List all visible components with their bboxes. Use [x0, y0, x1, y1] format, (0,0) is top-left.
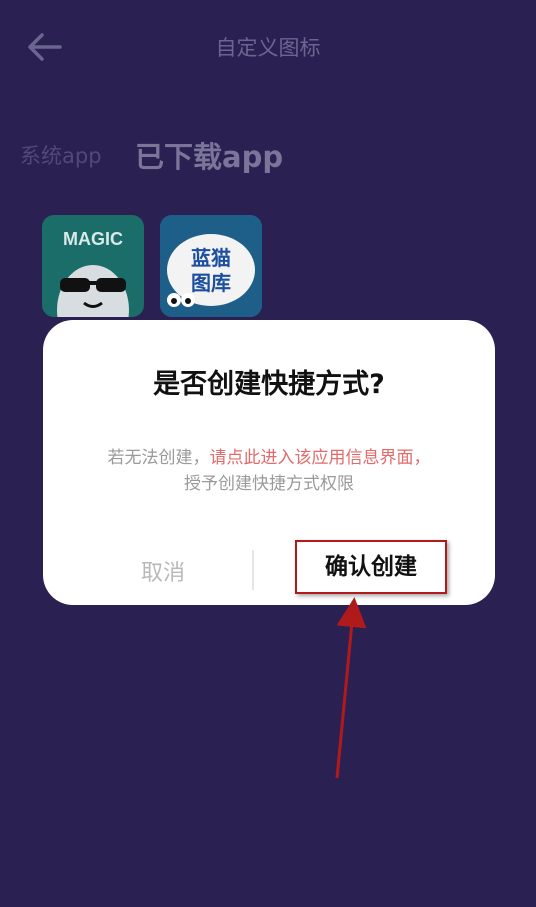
- dialog-message: 若无法创建，请点此进入该应用信息界面， 授予创建快捷方式权限: [43, 445, 495, 497]
- create-shortcut-dialog: 是否创建快捷方式? 若无法创建，请点此进入该应用信息界面， 授予创建快捷方式权限…: [43, 320, 495, 605]
- message-prefix: 若无法创建，: [107, 448, 210, 468]
- message-suffix: 授予创建快捷方式权限: [184, 474, 354, 494]
- dialog-title: 是否创建快捷方式?: [153, 369, 385, 400]
- page-title: 自定义图标: [215, 36, 321, 60]
- tab-downloaded-app[interactable]: 已下载app: [135, 134, 283, 176]
- magic-app-name: MAGIC: [63, 229, 123, 249]
- cancel-button[interactable]: 取消: [103, 555, 223, 587]
- button-divider: [252, 550, 254, 590]
- magic-app-icon[interactable]: MAGIC: [42, 215, 144, 317]
- top-bar: 自定义图标: [0, 0, 536, 95]
- confirm-create-button[interactable]: 确认创建: [295, 540, 447, 594]
- lanmao-gallery-icon[interactable]: 蓝猫 图库: [160, 215, 262, 317]
- svg-text:蓝猫: 蓝猫: [191, 246, 231, 270]
- svg-text:图库: 图库: [191, 271, 231, 295]
- tab-system-app[interactable]: 系统app: [20, 140, 102, 170]
- app-info-link[interactable]: 请点此进入该应用信息界面，: [210, 448, 431, 468]
